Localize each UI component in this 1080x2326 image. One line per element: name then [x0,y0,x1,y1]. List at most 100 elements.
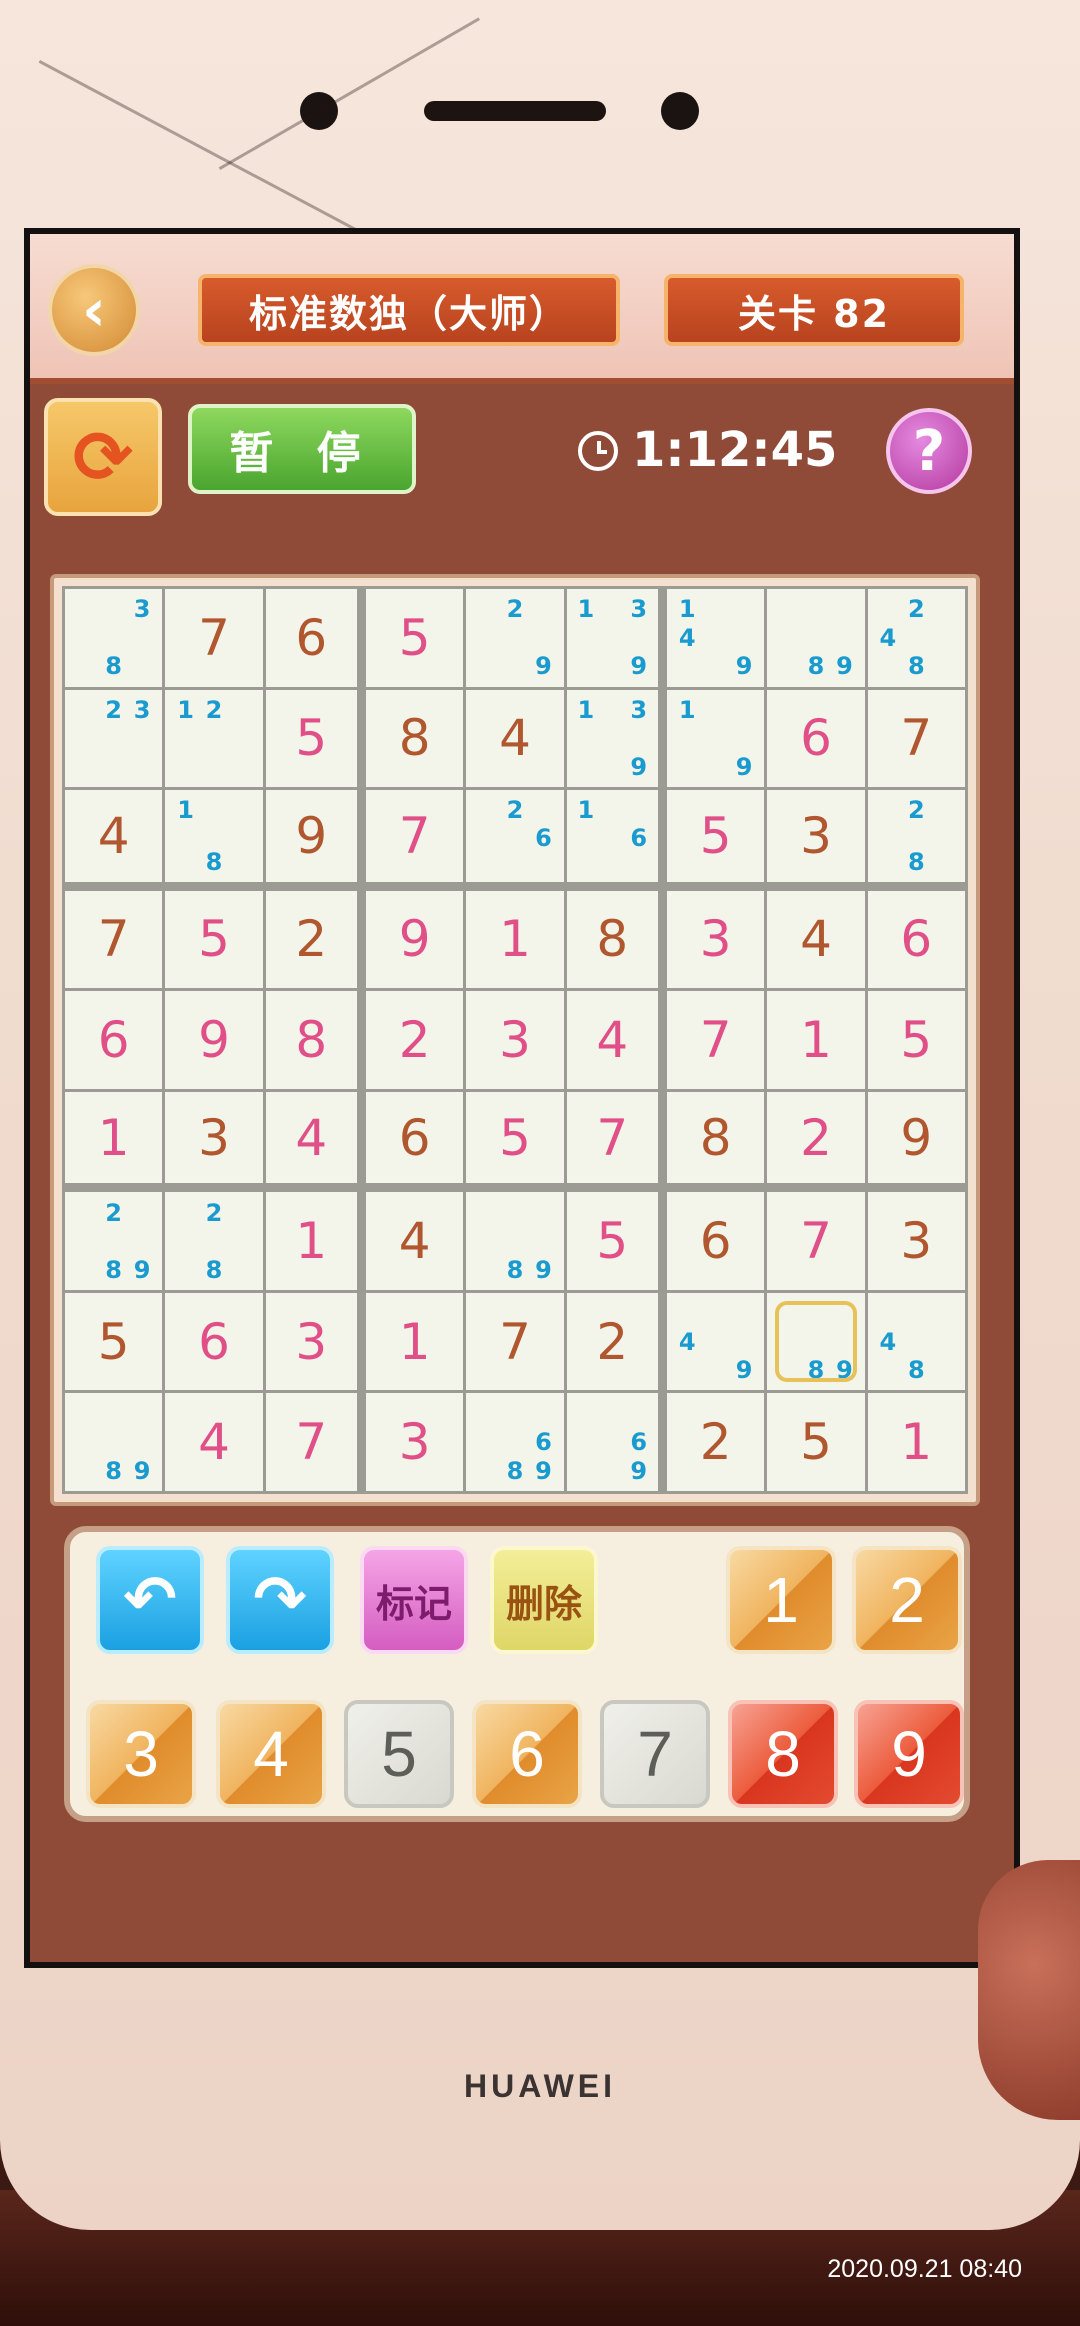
board-cell[interactable]: 4 [366,1192,464,1290]
board-cell[interactable]: 9 [265,790,357,882]
board-cell[interactable]: 38 [65,589,163,687]
board-cell[interactable]: 7 [566,1091,658,1184]
board-cell[interactable]: 7 [165,589,263,687]
number-button-6[interactable]: 6 [472,1700,582,1808]
number-button-4[interactable]: 4 [216,1700,326,1808]
mark-notes-button[interactable]: 标记 [360,1546,468,1654]
board-cell[interactable]: 19 [667,689,765,788]
board-cell[interactable]: 8 [265,991,357,1089]
board-cell[interactable]: 7 [767,1192,865,1290]
board-cell[interactable]: 7 [366,790,464,882]
board-cell[interactable]: 1 [867,1393,965,1491]
board-cell[interactable]: 4 [165,1393,263,1491]
back-button[interactable]: ‹ [48,264,140,356]
restart-button[interactable]: ⟳ [44,398,162,516]
board-cell[interactable]: 89 [767,1292,865,1391]
board-cell[interactable]: 9 [165,991,263,1089]
board-cell[interactable]: 2 [566,1292,658,1391]
board-cell[interactable]: 4 [566,991,658,1089]
board-cell[interactable]: 5 [366,589,464,687]
board-cell[interactable]: 7 [65,890,163,989]
undo-button[interactable]: ↶ [96,1546,204,1654]
board-cell[interactable]: 1 3 9 [566,589,658,687]
board-cell[interactable]: 29 [466,589,564,687]
board-cell[interactable]: 6 [667,1192,765,1290]
board-cell[interactable]: 1 [265,1192,357,1290]
board-cell[interactable]: 8 [366,689,464,788]
board-cell[interactable]: 6 [767,689,865,788]
board-cell[interactable]: 1 [767,991,865,1089]
board-cell[interactable]: 4 [466,689,564,788]
board-cell[interactable]: 5 [566,1192,658,1290]
board-cell[interactable]: 7 [265,1393,357,1491]
number-button-2[interactable]: 2 [852,1546,962,1654]
board-cell[interactable]: 5 [767,1393,865,1491]
board-cell[interactable]: 5 [466,1091,564,1184]
board-cell[interactable]: 6 [867,890,965,989]
board-cell[interactable]: 9 [366,890,464,989]
board-cell[interactable]: 2 89 [65,1192,163,1290]
board-cell[interactable]: 3 [867,1192,965,1290]
note-digit [472,1198,500,1227]
board-cell[interactable]: 6 [65,991,163,1089]
board-cell[interactable]: 7 [867,689,965,788]
board-cell[interactable]: 8 [667,1091,765,1184]
number-button-7[interactable]: 7 [600,1700,710,1808]
board-cell[interactable]: 2 [366,991,464,1089]
board-cell[interactable]: 5 [265,689,357,788]
board-cell[interactable]: 2 [265,890,357,989]
board-cell[interactable]: 3 [667,890,765,989]
board-cell[interactable]: 89 [466,1192,564,1290]
board-cell[interactable]: 5 [165,890,263,989]
board-cell[interactable]: 2 [667,1393,765,1491]
board-cell[interactable]: 7 [466,1292,564,1391]
board-cell[interactable]: 18 [165,790,263,882]
board-cell[interactable]: 12 [165,689,263,788]
board-cell[interactable]: 1 [366,1292,464,1391]
number-button-3[interactable]: 3 [86,1700,196,1808]
board-cell[interactable]: 7 [667,991,765,1089]
note-digit: 2 [105,695,122,724]
board-cell[interactable]: 2 [767,1091,865,1184]
pause-button[interactable]: 暂 停 [188,404,416,494]
board-cell[interactable]: 4 [265,1091,357,1184]
board-cell[interactable]: 3 [265,1292,357,1391]
board-cell[interactable]: 5 [65,1292,163,1391]
board-cell[interactable]: 16 [566,790,658,882]
board-cell[interactable]: 9 [867,1091,965,1184]
board-cell[interactable]: 28 [165,1192,263,1290]
board-cell[interactable]: 1 3 9 [566,689,658,788]
number-button-9[interactable]: 9 [854,1700,964,1808]
board-cell[interactable]: 3 [165,1091,263,1184]
board-cell[interactable]: 8 [566,890,658,989]
board-cell[interactable]: 48 [867,1292,965,1391]
board-cell[interactable]: 3 [767,790,865,882]
board-cell[interactable]: 3 [366,1393,464,1491]
number-button-8[interactable]: 8 [728,1700,838,1808]
board-cell[interactable]: 5 [867,991,965,1089]
board-cell[interactable]: 69 [566,1393,658,1491]
board-cell[interactable]: 248 [867,589,965,687]
board-cell[interactable]: 5 [667,790,765,882]
board-cell[interactable]: 89 [65,1393,163,1491]
number-button-5[interactable]: 5 [344,1700,454,1808]
board-cell[interactable]: 4 [65,790,163,882]
board-cell[interactable]: 1 [466,890,564,989]
board-cell[interactable]: 1 [65,1091,163,1184]
board-cell[interactable]: 689 [466,1393,564,1491]
board-cell[interactable]: 6 [366,1091,464,1184]
board-cell[interactable]: 89 [767,589,865,687]
erase-button[interactable]: 删除 [490,1546,598,1654]
board-cell[interactable]: 6 [265,589,357,687]
board-cell[interactable]: 6 [165,1292,263,1391]
help-button[interactable]: ? [886,408,972,494]
redo-button[interactable]: ↷ [226,1546,334,1654]
board-cell[interactable]: 28 [867,790,965,882]
board-cell[interactable]: 3 [466,991,564,1089]
board-cell[interactable]: 26 [466,790,564,882]
number-button-1[interactable]: 1 [726,1546,836,1654]
board-cell[interactable]: 14 9 [667,589,765,687]
board-cell[interactable]: 23 [65,689,163,788]
board-cell[interactable]: 49 [667,1292,765,1391]
board-cell[interactable]: 4 [767,890,865,989]
